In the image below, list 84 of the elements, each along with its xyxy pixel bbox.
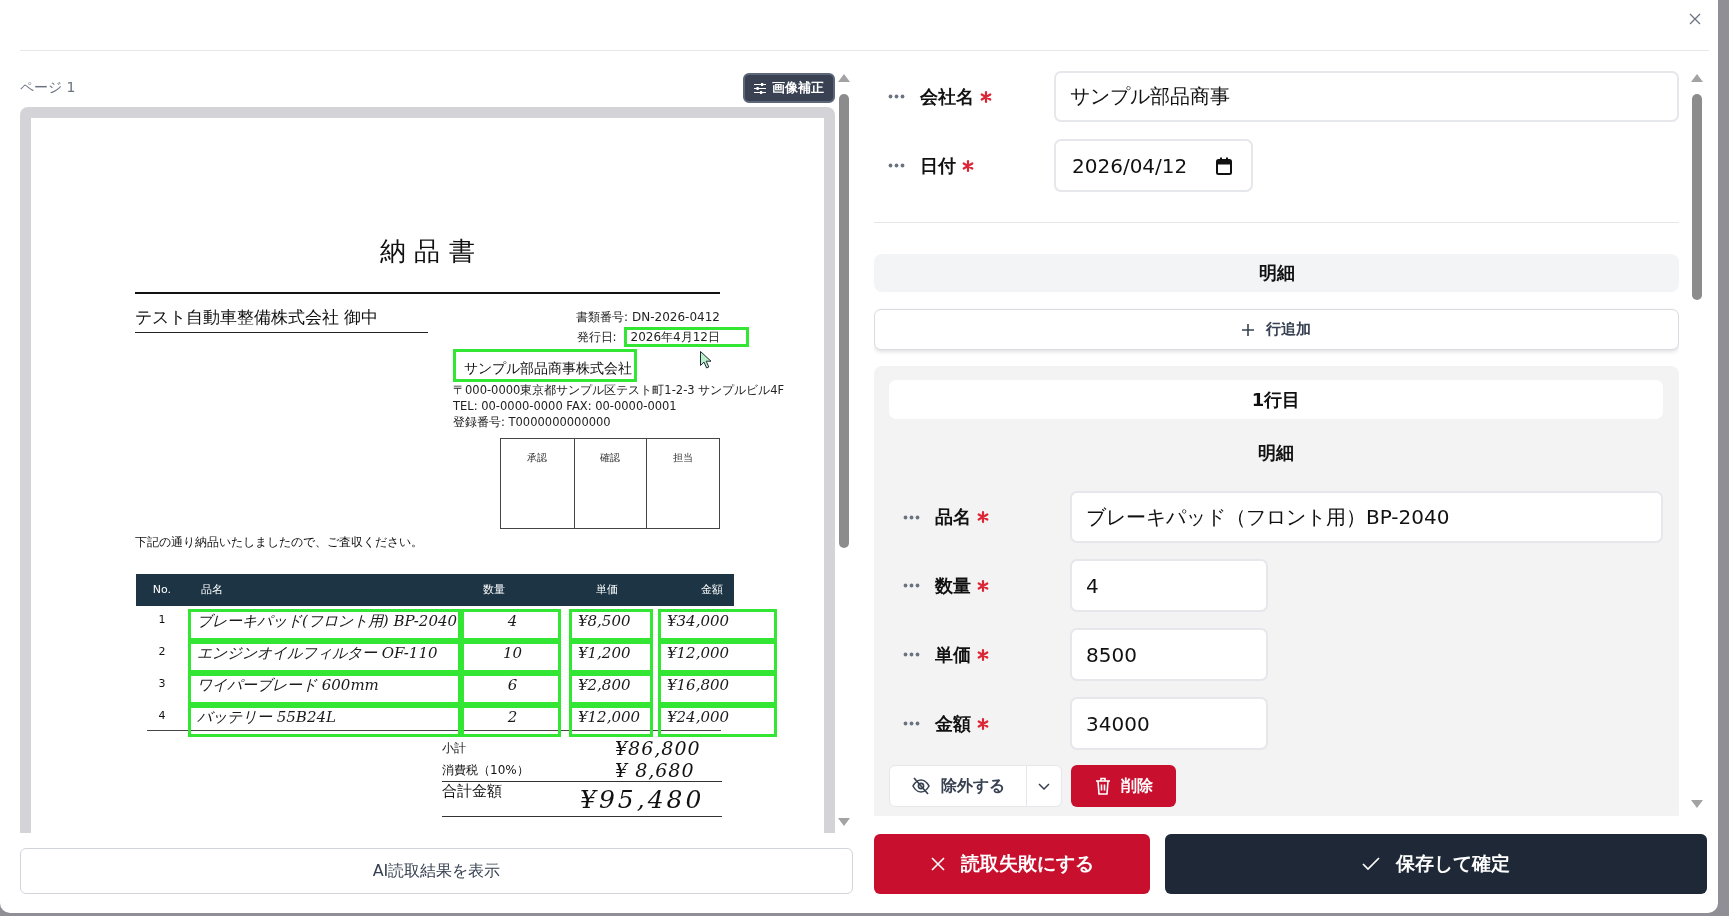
handwritten-entry: ワイパーブレード 600mm [188,673,461,705]
field-label: 品名 [935,506,971,528]
drag-handle-icon[interactable] [903,721,920,726]
trash-icon [1094,777,1111,795]
field-label: 単価 [935,643,971,666]
handwritten-entry: バッテリー 55B24L [188,705,461,737]
sender-detail: 登録番号: T0000000000000 [453,414,612,430]
mouse-pointer-icon [700,351,712,369]
column-header: 単価 [596,583,618,597]
drag-handle-icon[interactable] [888,163,905,168]
drag-handle-icon[interactable] [903,652,920,657]
cross-icon [930,857,945,871]
drag-handle-icon[interactable] [903,583,920,588]
row-number: 1 [157,612,167,628]
sliders-icon [754,82,766,94]
handwritten-entry: ¥1,200 [569,641,653,673]
handwritten-entry: ¥24,000 [658,705,777,737]
meta-value: 2026年4月12日 [623,327,749,347]
column-header: 品名 [200,583,224,597]
document-message: 下記の通り納品いたしましたので、ご査収ください。 [135,535,424,549]
handwritten-entry: ¥16,800 [658,673,777,705]
calendar-icon[interactable] [1215,156,1233,175]
meta-value: DN-2026-0412 [632,310,720,324]
page-label: ページ 1 [20,79,76,97]
total-label: 小計 [442,739,467,757]
date-field[interactable]: 2026/04/12 [1054,139,1253,192]
handwritten-entry: 6 [461,673,561,705]
add-row-button[interactable]: 行追加 [874,309,1679,350]
handwritten-entry: ¥2,800 [569,673,653,705]
delete-button[interactable]: 削除 [1071,765,1176,807]
handwritten-entry: ブレーキパッド(フロント用) BP-2040 [188,609,461,641]
column-header: 数量 [482,583,506,597]
exclude-button[interactable]: 除外する [889,765,1027,807]
handwritten-entry: 10 [461,641,561,673]
fail-button[interactable]: 読取失敗にする [874,834,1150,894]
handwritten-total: ¥86,800 [615,737,701,759]
row-number: 3 [157,676,167,692]
handwritten-total: ¥ 8,680 [615,759,695,781]
confirm-button[interactable]: 保存して確定 [1165,834,1707,894]
stamp-label: 承認 [527,452,548,463]
number-field[interactable]: 34000 [1070,697,1268,750]
text-field[interactable]: サンプル部品商事 [1054,71,1679,122]
field-label: 会社名 [920,85,974,108]
number-field[interactable]: 8500 [1070,628,1268,681]
drag-handle-icon[interactable] [888,94,905,99]
handwritten-entry: 4 [461,609,561,641]
meta-label: 発行日: [576,330,617,344]
meta-label: 書類番号: [576,310,629,324]
sender-name: サンプル部品商事株式会社 [453,349,637,382]
close-icon[interactable] [1689,13,1701,25]
handwritten-entry: ¥12,000 [658,641,777,673]
eye-slash-icon [911,777,931,795]
sender-detail: 〒000-0000東京都サンプル区テスト町1-2-3 サンプルビル4F [453,382,785,398]
text-field[interactable]: ブレーキパッド（フロント用）BP-2040 [1070,491,1663,543]
column-header: 金額 [701,583,724,597]
document-title: 納 品 書 [379,236,476,266]
handwritten-entry: エンジンオイルフィルター OF-110 [188,641,461,673]
section-subtitle: 明細 [1257,441,1295,465]
field-label: 数量 [935,574,971,597]
handwritten-entry: ¥34,000 [658,609,777,641]
number-field[interactable]: 4 [1070,559,1268,612]
check-icon [1362,857,1380,871]
handwritten-entry: ¥8,500 [569,609,653,641]
handwritten-entry: 2 [461,705,561,737]
image-adjust-button[interactable]: 画像補正 [743,73,835,103]
total-label: 消費税（10%） [442,761,530,779]
row-number: 4 [157,708,167,724]
chevron-down-icon [1038,782,1050,790]
handwritten-total: ¥95,480 [580,786,705,814]
row-heading: 1行目 [889,380,1663,419]
drag-handle-icon[interactable] [903,514,920,520]
handwritten-entry: ¥12,000 [569,705,653,737]
plus-icon [1242,323,1254,336]
section-header: 明細 [874,254,1679,292]
total-label: 合計金額 [442,782,503,800]
field-label: 金額 [935,712,971,735]
sender-detail: TEL: 00-0000-0000 FAX: 00-0000-0001 [453,398,678,414]
column-header: No. [152,583,172,597]
row-number: 2 [157,644,167,660]
field-label: 日付 [920,154,956,177]
recipient-name: テスト自動車整備株式会社 御中 [135,307,428,333]
stamp-label: 担当 [673,452,694,463]
show-result-button[interactable]: AI読取結果を表示 [20,848,853,894]
stamp-label: 確認 [600,452,621,463]
